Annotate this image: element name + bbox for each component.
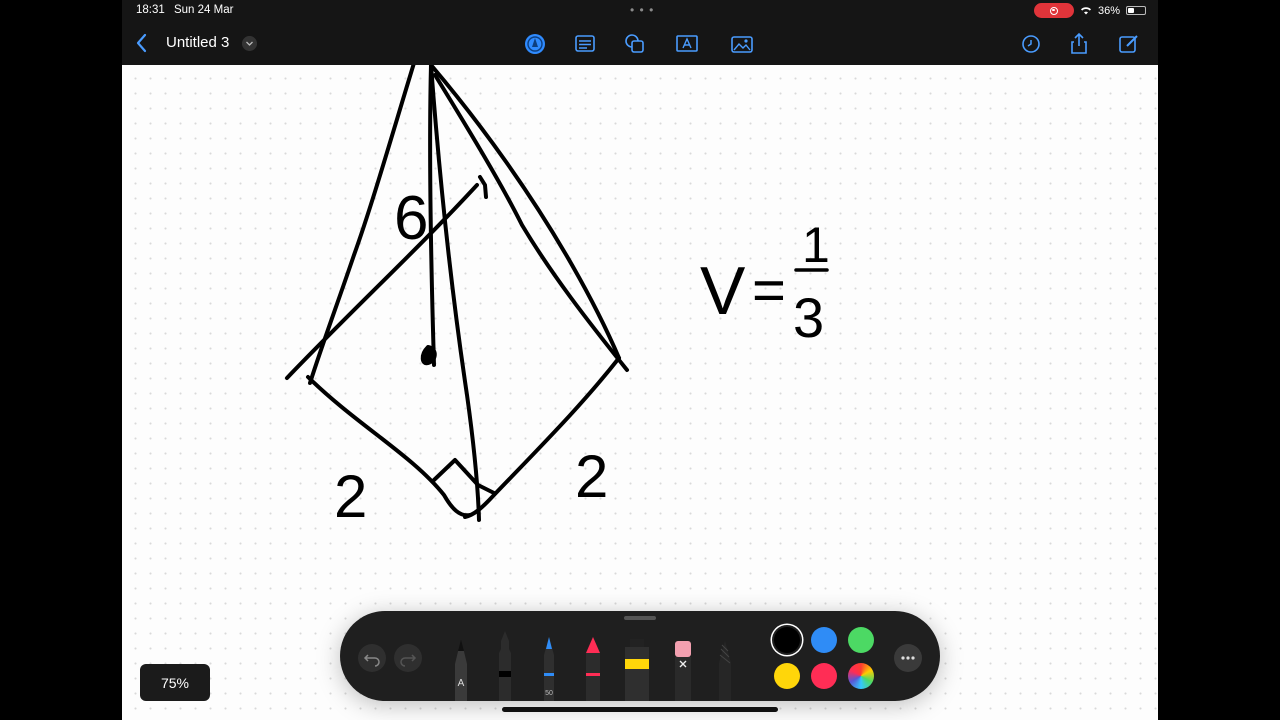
base-label-left: 2 [334,463,367,530]
redo-button[interactable] [394,644,422,672]
base-label-right: 2 [575,443,608,510]
status-date: Sun 24 Mar [173,4,234,16]
pencil-tool-icon[interactable]: A [448,639,474,701]
redo-icon [400,654,417,667]
multitasking-dots-icon[interactable]: • • • [630,3,654,17]
compose-icon[interactable] [1116,31,1142,57]
drawing-canvas[interactable]: 6 2 2 V = 1 3 A 50 75% [122,65,1158,720]
title-menu-chevron-icon[interactable] [242,36,257,51]
status-bar: 18:31 Sun 24 Mar • • • 36% [122,0,1158,22]
more-icon [901,656,915,660]
right-angle-mark [432,458,496,495]
battery-icon [1126,6,1146,15]
notes-toolbar: Untitled 3 [122,22,1158,65]
text-box-icon[interactable] [674,31,700,57]
zoom-level-badge[interactable]: 75% [140,664,210,701]
color-swatch-blue[interactable] [811,627,837,653]
apex-point [420,345,437,366]
wifi-icon [1080,7,1091,15]
fineliner-tool-icon[interactable] [492,631,518,701]
record-icon [1049,6,1058,15]
eraser-tool-icon[interactable] [670,639,696,701]
status-time: 18:31 [136,4,165,16]
undo-button[interactable] [358,644,386,672]
pen-tool-icon[interactable] [522,31,548,57]
pyramid-right-edge [429,65,621,360]
home-indicator[interactable] [502,707,778,712]
palette-more-button[interactable] [894,644,922,672]
marker-tool-icon[interactable] [580,637,606,701]
formula-equals: = [752,258,786,323]
battery-fill [1128,8,1134,13]
pen-size-label: 50 [545,690,553,697]
pen-50-tool-icon[interactable]: 50 [536,637,562,701]
pencil-label: A [458,678,465,689]
color-swatch-yellow[interactable] [774,663,800,689]
highlighter-tool-icon[interactable] [622,639,652,701]
color-swatch-green[interactable] [848,627,874,653]
tool-palette: A 50 [340,611,940,701]
pyramid-right-edge-2 [433,73,629,372]
text-lines-icon[interactable] [572,31,598,57]
color-wheel-icon[interactable] [848,663,874,689]
history-icon[interactable] [1018,31,1044,57]
base-left-edge [306,375,472,518]
screen-recording-indicator[interactable] [1033,3,1074,18]
formula-v: V [700,253,746,329]
formula-denominator: 3 [793,286,824,349]
formula-numerator: 1 [802,217,830,273]
undo-icon [363,654,380,667]
small-tick [478,175,488,199]
color-swatch-red[interactable] [811,663,837,689]
height-label: 6 [394,184,428,253]
back-chevron-icon[interactable] [130,30,154,56]
crayon-tool-icon[interactable] [712,641,738,701]
palette-grabber[interactable] [624,616,656,620]
document-title[interactable]: Untitled 3 [166,34,229,51]
color-swatch-black[interactable] [774,627,800,653]
image-icon[interactable] [729,31,755,57]
share-icon[interactable] [1066,31,1092,57]
battery-percent: 36% [1097,4,1120,17]
shapes-icon[interactable] [622,31,648,57]
base-diagonal [285,183,479,380]
